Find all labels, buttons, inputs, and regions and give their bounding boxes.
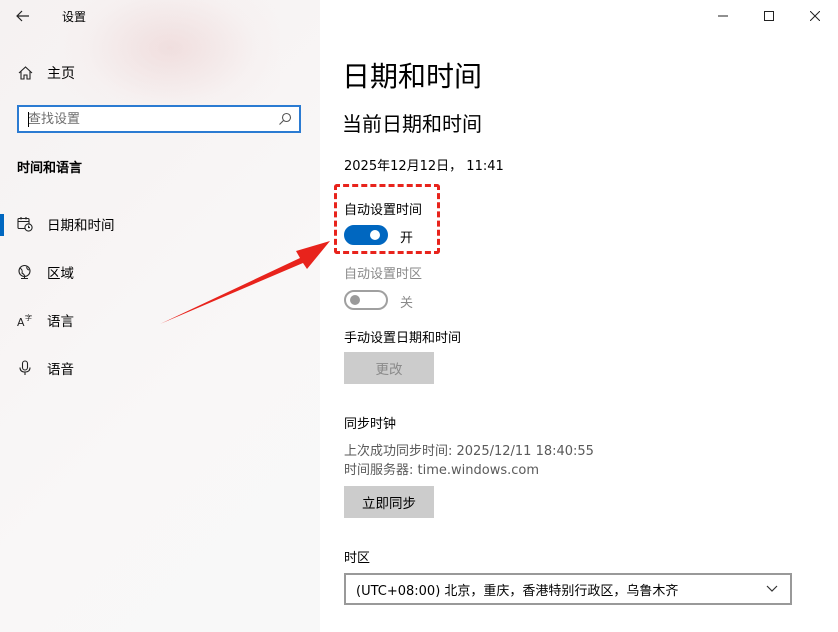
home-icon — [17, 65, 33, 81]
section-title-current: 当前日期和时间 — [342, 112, 482, 136]
sidebar-item-region[interactable]: 区域 — [0, 255, 320, 289]
maximize-button[interactable] — [746, 0, 792, 32]
current-datetime: 2025年12月12日， 11:41 — [344, 159, 504, 174]
sidebar-item-label: 区域 — [47, 266, 74, 282]
settings-window: 设置 主页 时间和语言 — [0, 0, 838, 632]
calendar-clock-icon — [17, 216, 33, 232]
toggle-knob — [350, 295, 360, 305]
sync-clock-title: 同步时钟 — [344, 417, 397, 432]
sidebar-item-label: 日期和时间 — [47, 218, 115, 234]
close-icon — [810, 11, 820, 21]
sidebar-item-home[interactable]: 主页 — [0, 58, 320, 88]
maximize-icon — [764, 11, 774, 21]
auto-timezone-toggle[interactable] — [344, 290, 388, 310]
globe-icon — [17, 264, 33, 280]
timezone-select[interactable]: (UTC+08:00) 北京，重庆，香港特别行政区，乌鲁木齐 — [344, 573, 792, 605]
auto-time-toggle[interactable] — [344, 225, 388, 245]
last-sync-text: 上次成功同步时间: 2025/12/11 18:40:55 — [344, 444, 594, 459]
text-caret — [28, 112, 29, 127]
sidebar-item-language[interactable]: A 字 语言 — [0, 303, 320, 337]
back-button[interactable] — [8, 2, 38, 30]
search-icon[interactable] — [276, 112, 294, 126]
auto-time-state: 开 — [400, 231, 414, 246]
change-button[interactable]: 更改 — [344, 352, 434, 384]
search-input[interactable] — [19, 110, 276, 128]
chevron-down-icon — [762, 585, 782, 593]
app-title: 设置 — [62, 10, 87, 24]
auto-timezone-label: 自动设置时区 — [344, 267, 423, 282]
toggle-knob — [370, 230, 380, 240]
back-arrow-icon — [16, 10, 29, 22]
active-indicator — [0, 214, 4, 236]
sidebar-item-home-label: 主页 — [47, 66, 75, 82]
sidebar-item-label: 语言 — [47, 314, 74, 330]
sidebar-item-label: 语音 — [47, 362, 74, 378]
svg-text:字: 字 — [25, 313, 32, 322]
search-box[interactable] — [17, 105, 301, 133]
timezone-label: 时区 — [344, 551, 371, 566]
sync-now-button[interactable]: 立即同步 — [344, 486, 434, 518]
svg-text:A: A — [17, 316, 25, 328]
close-button[interactable] — [792, 0, 838, 32]
timezone-selected-value: (UTC+08:00) 北京，重庆，香港特别行政区，乌鲁木齐 — [356, 583, 679, 599]
auto-timezone-state: 关 — [400, 296, 414, 311]
sidebar-item-speech[interactable]: 语音 — [0, 351, 320, 385]
minimize-icon — [718, 15, 728, 17]
microphone-icon — [17, 360, 33, 376]
language-icon: A 字 — [17, 312, 33, 328]
sidebar-section-title: 时间和语言 — [17, 161, 83, 176]
auto-time-label: 自动设置时间 — [344, 203, 423, 218]
main-content: 日期和时间 当前日期和时间 2025年12月12日， 11:41 自动设置时间 … — [320, 0, 838, 632]
minimize-button[interactable] — [700, 0, 746, 32]
sidebar-item-date-time[interactable]: 日期和时间 — [0, 207, 320, 241]
time-server-text: 时间服务器: time.windows.com — [344, 463, 540, 478]
sidebar: 设置 主页 时间和语言 — [0, 0, 320, 632]
page-title: 日期和时间 — [342, 60, 483, 93]
manual-datetime-label: 手动设置日期和时间 — [344, 331, 462, 346]
